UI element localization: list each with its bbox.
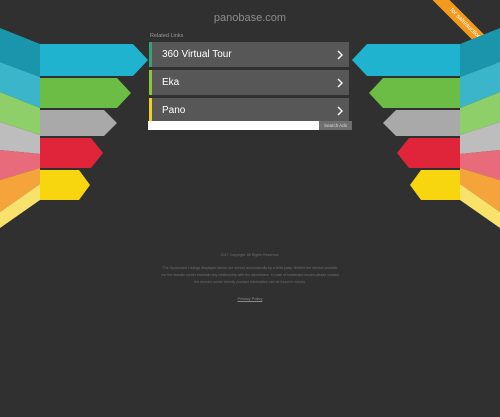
related-link-pano[interactable]: Pano xyxy=(149,98,349,123)
left-arrow-green xyxy=(40,78,131,108)
left-arrow-red xyxy=(40,138,103,168)
related-link-label: Pano xyxy=(162,105,186,116)
right-arrow-green xyxy=(369,78,460,108)
search-bar: Search Ads xyxy=(148,121,352,130)
link-accent-bar xyxy=(149,42,152,67)
link-accent-bar xyxy=(149,98,152,123)
search-ads-button[interactable]: Search Ads xyxy=(319,121,352,130)
related-links-list: 360 Virtual Tour Eka Pano xyxy=(149,42,349,126)
related-links-title: Related Links xyxy=(150,33,184,39)
left-arrow-yellow xyxy=(40,170,90,200)
left-arrow-cyan xyxy=(40,44,148,76)
related-link-label: Eka xyxy=(162,77,180,88)
chevron-right-icon xyxy=(335,98,345,123)
related-link-360-virtual-tour[interactable]: 360 Virtual Tour xyxy=(149,42,349,67)
link-accent-bar xyxy=(149,70,152,95)
related-link-eka[interactable]: Eka xyxy=(149,70,349,95)
right-arrow-grey xyxy=(383,110,460,136)
disclaimer-text: The Sponsored Listings displayed above a… xyxy=(161,266,339,284)
chevron-right-icon xyxy=(335,70,345,95)
right-arrow-yellow xyxy=(410,170,460,200)
search-input[interactable] xyxy=(148,121,319,130)
privacy-policy-link[interactable]: Privacy Policy xyxy=(238,295,263,302)
related-link-label: 360 Virtual Tour xyxy=(162,49,232,60)
chevron-right-icon xyxy=(335,42,345,67)
left-arrow-grey xyxy=(40,110,117,136)
right-arrow-cyan xyxy=(352,44,460,76)
copyright-text: 2017 Copyright. All Rights Reserved. xyxy=(220,253,280,257)
footer: 2017 Copyright. All Rights Reserved. The… xyxy=(160,252,340,303)
right-arrow-red xyxy=(397,138,460,168)
